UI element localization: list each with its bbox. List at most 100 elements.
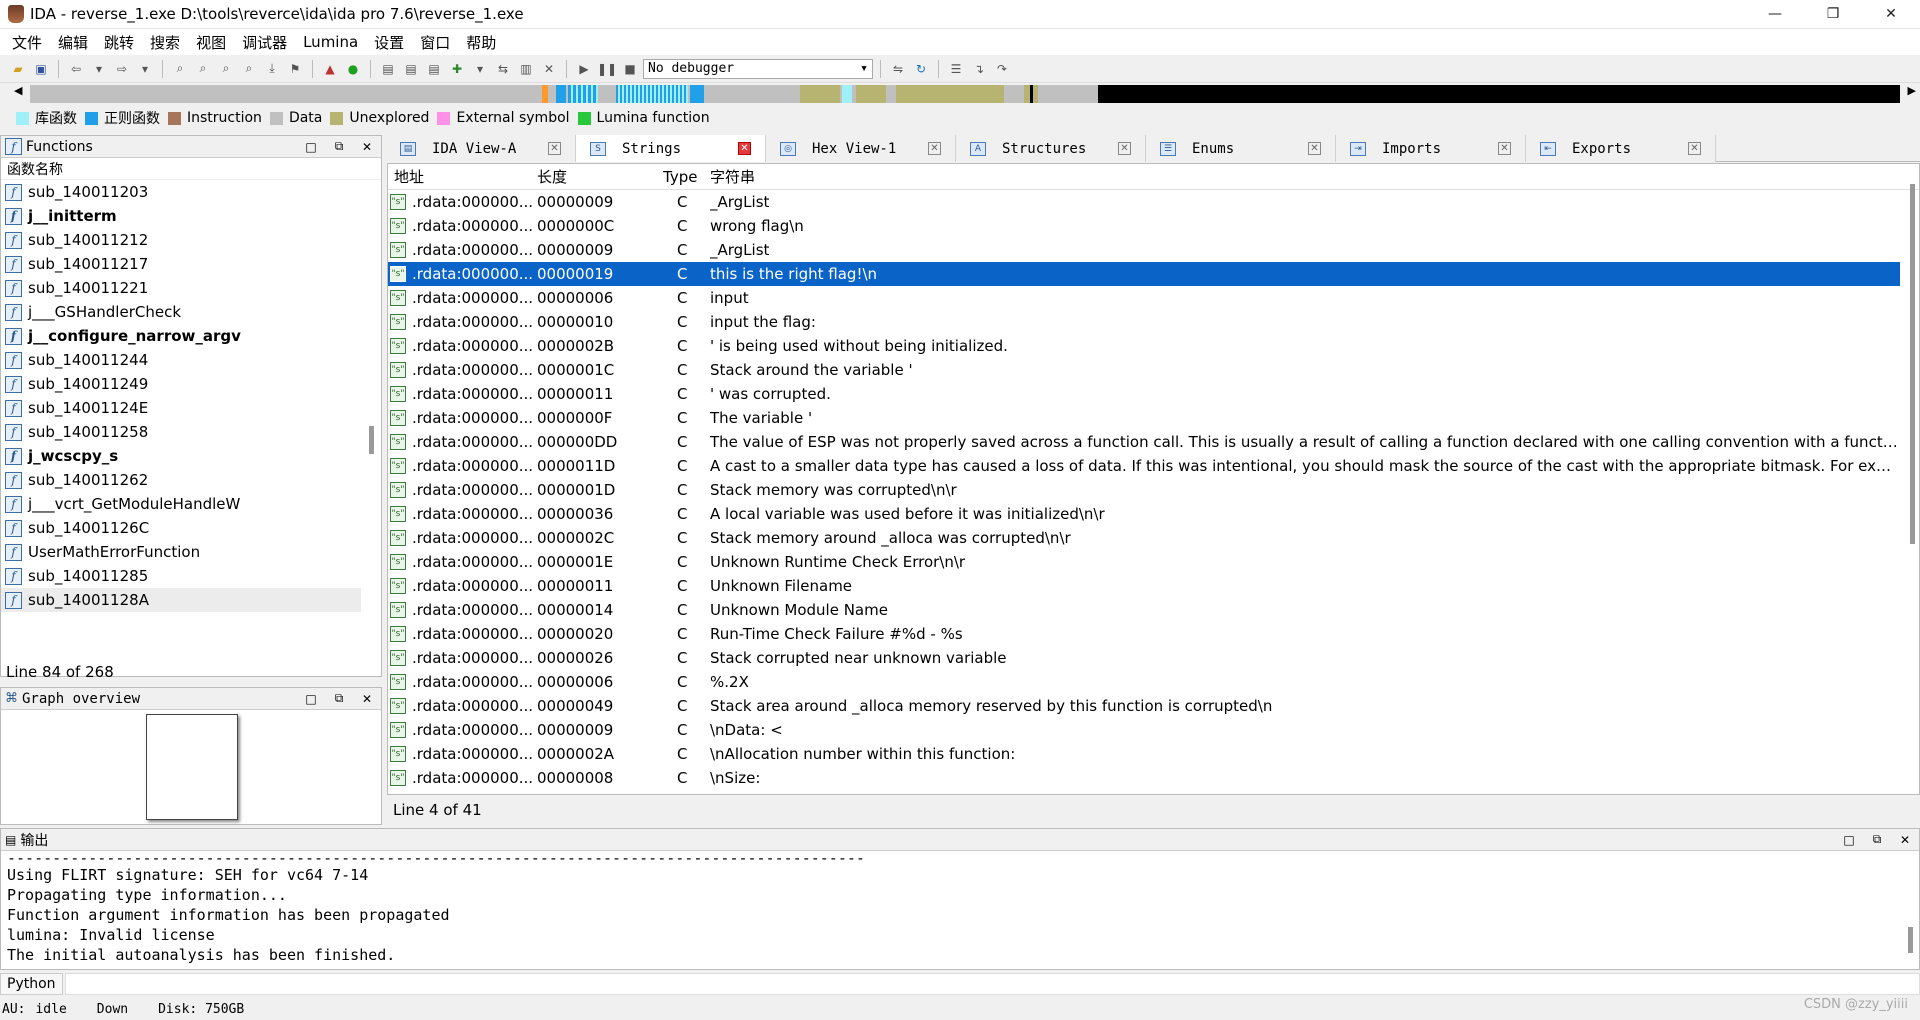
close-icon[interactable]: ✕ [1891, 833, 1919, 847]
table-row[interactable]: "s" .rdata:000000... 00000014 C Unknown Modu… [388, 598, 1900, 622]
menu-jump[interactable]: 跳转 [96, 32, 142, 53]
table-row[interactable]: "s" .rdata:000000... 00000006 Cinput [388, 286, 1900, 310]
struct-icon[interactable]: ▥ [516, 59, 536, 79]
jump-down-icon[interactable]: ⤓ [262, 59, 282, 79]
code-icon[interactable]: ▤ [378, 59, 398, 79]
function-row[interactable]: f sub_14001128A [1, 588, 361, 612]
add-dropdown-icon[interactable]: ▾ [470, 59, 490, 79]
close-tab-icon[interactable]: ✕ [1498, 142, 1511, 155]
function-row[interactable]: f sub_140011262 [1, 468, 361, 492]
close-tab-icon[interactable]: ✕ [928, 142, 941, 155]
function-row[interactable]: f sub_140011212 [1, 228, 361, 252]
pause-icon[interactable]: ❚❚ [597, 59, 617, 79]
forward-icon[interactable]: ⇨ [112, 59, 132, 79]
nav-left-arrow-icon[interactable]: ◀ [14, 84, 22, 97]
table-row[interactable]: "s" .rdata:000000... 000000DD C The value of… [388, 430, 1900, 454]
save-icon[interactable]: ▣ [31, 59, 51, 79]
table-row[interactable]: "s" .rdata:000000... 00000011 C ' was corrup… [388, 382, 1900, 406]
table-row[interactable]: "s" .rdata:000000... 00000009 C _ArgList [388, 238, 1900, 262]
table-row[interactable]: "s" .rdata:000000... 00000006 C %.2X [388, 670, 1900, 694]
function-row[interactable]: f sub_140011249 [1, 372, 361, 396]
function-row[interactable]: f sub_140011221 [1, 276, 361, 300]
forward-dropdown-icon[interactable]: ▾ [135, 59, 155, 79]
refresh-icon[interactable]: ↻ [911, 59, 931, 79]
float-icon[interactable]: ⧉ [325, 691, 353, 706]
function-row[interactable]: f sub_140011244 [1, 348, 361, 372]
table-row[interactable]: "s" .rdata:000000... 0000011D C A cast to a … [388, 454, 1900, 478]
tab-hex-view[interactable]: ◎ Hex View-1 ✕ [766, 135, 956, 162]
table-row[interactable]: "s" .rdata:000000... 00000008 C \nSize: [388, 766, 1900, 790]
find-next-icon[interactable]: ⌕ [239, 59, 259, 79]
table-row[interactable]: "s" .rdata:000000... 00000010 Cinput the fl… [388, 310, 1900, 334]
table-row[interactable]: "s" .rdata:000000... 0000000C Cwrong flag\n [388, 214, 1900, 238]
table-row[interactable]: "s" .rdata:000000... 0000001C C Stack around… [388, 358, 1900, 382]
back-dropdown-icon[interactable]: ▾ [89, 59, 109, 79]
column-length[interactable]: 长度 [535, 166, 657, 187]
run-green-icon[interactable]: ● [343, 59, 363, 79]
close-tab-icon[interactable]: ✕ [738, 142, 751, 155]
table-row[interactable]: "s" .rdata:000000... 0000001D C Stack memory… [388, 478, 1900, 502]
graph-icon[interactable]: ▲ [320, 59, 340, 79]
command-input[interactable] [64, 973, 1920, 995]
table-row-selected[interactable]: "s" .rdata:000000... 00000019 Cthis is the … [388, 262, 1900, 286]
float-icon[interactable]: ⧉ [325, 139, 353, 154]
graph-overview-viewport[interactable] [146, 714, 238, 820]
menu-help[interactable]: 帮助 [458, 32, 504, 53]
table-row[interactable]: "s" .rdata:000000... 00000020 C Run-Time Che… [388, 622, 1900, 646]
table-row[interactable]: "s" .rdata:000000... 0000001E C Unknown Runt… [388, 550, 1900, 574]
step-over-icon[interactable]: ↷ [992, 59, 1012, 79]
functions-vscroll[interactable] [369, 426, 374, 454]
column-type[interactable]: Type [657, 168, 710, 186]
tab-ida-view-a[interactable]: ▤ IDA View-A ✕ [386, 135, 576, 162]
function-row[interactable]: f sub_140011285 [1, 564, 361, 588]
output-vscroll[interactable] [1908, 927, 1913, 953]
close-tab-icon[interactable]: ✕ [548, 142, 561, 155]
menu-file[interactable]: 文件 [4, 32, 50, 53]
find-text-icon[interactable]: ⌕ [170, 59, 190, 79]
navigation-bar[interactable] [30, 85, 1900, 103]
function-row[interactable]: f sub_140011258 [1, 420, 361, 444]
function-row[interactable]: f j_wcscpy_s [1, 444, 361, 468]
menu-edit[interactable]: 编辑 [50, 32, 96, 53]
menu-lumina[interactable]: Lumina [295, 33, 366, 51]
function-row[interactable]: f j___vcrt_GetModuleHandleW [1, 492, 361, 516]
strings-vscroll[interactable] [1910, 184, 1915, 544]
function-row[interactable]: f j__initterm [1, 204, 361, 228]
table-row[interactable]: "s" .rdata:000000... 00000036 C A local vari… [388, 502, 1900, 526]
menu-windows[interactable]: 窗口 [412, 32, 458, 53]
step-into-icon[interactable]: ↴ [969, 59, 989, 79]
function-row[interactable]: f sub_140011217 [1, 252, 361, 276]
close-button[interactable]: ✕ [1862, 0, 1920, 29]
add-icon[interactable]: ✚ [447, 59, 467, 79]
find-binary-icon[interactable]: ⌕ [193, 59, 213, 79]
menu-view[interactable]: 视图 [188, 32, 234, 53]
find-immediate-icon[interactable]: ⌕ [216, 59, 236, 79]
python-language-button[interactable]: Python [0, 973, 63, 995]
function-row[interactable]: f sub_140011203 [1, 180, 361, 204]
close-tab-icon[interactable]: ✕ [1308, 142, 1321, 155]
breakpoint-list-icon[interactable]: ☰ [946, 59, 966, 79]
tab-enums[interactable]: ☰ Enums ✕ [1146, 135, 1336, 162]
menu-debugger[interactable]: 调试器 [234, 32, 295, 53]
table-row[interactable]: "s" .rdata:000000... 0000002A C \nAllocation… [388, 742, 1900, 766]
mark-icon[interactable]: ⚑ [285, 59, 305, 79]
close-tab-icon[interactable]: ✕ [1118, 142, 1131, 155]
table-row[interactable]: "s" .rdata:000000... 00000009 C \nData: < [388, 718, 1900, 742]
minimize-button[interactable]: — [1746, 0, 1804, 29]
table-row[interactable]: "s" .rdata:000000... 0000002B C ' is being u… [388, 334, 1900, 358]
column-address[interactable]: 地址 [388, 166, 535, 187]
delete-icon[interactable]: ✕ [539, 59, 559, 79]
float-icon[interactable]: ⧉ [1863, 832, 1891, 847]
table-row[interactable]: "s" .rdata:000000... 00000026 C Stack corrup… [388, 646, 1900, 670]
nav-right-arrow-icon[interactable]: ▶ [1908, 84, 1916, 97]
function-row[interactable]: f UserMathErrorFunction [1, 540, 361, 564]
stop-icon[interactable]: ■ [620, 59, 640, 79]
tab-strings[interactable]: S Strings ✕ [576, 135, 766, 162]
column-string[interactable]: 字符串 [710, 166, 1919, 187]
maximize-icon[interactable]: □ [1835, 833, 1863, 847]
back-icon[interactable]: ⇦ [66, 59, 86, 79]
maximize-icon[interactable]: □ [297, 692, 325, 706]
function-row[interactable]: f j__configure_narrow_argv [1, 324, 361, 348]
table-row[interactable]: "s" .rdata:000000... 00000049 C Stack area a… [388, 694, 1900, 718]
close-tab-icon[interactable]: ✕ [1688, 142, 1701, 155]
